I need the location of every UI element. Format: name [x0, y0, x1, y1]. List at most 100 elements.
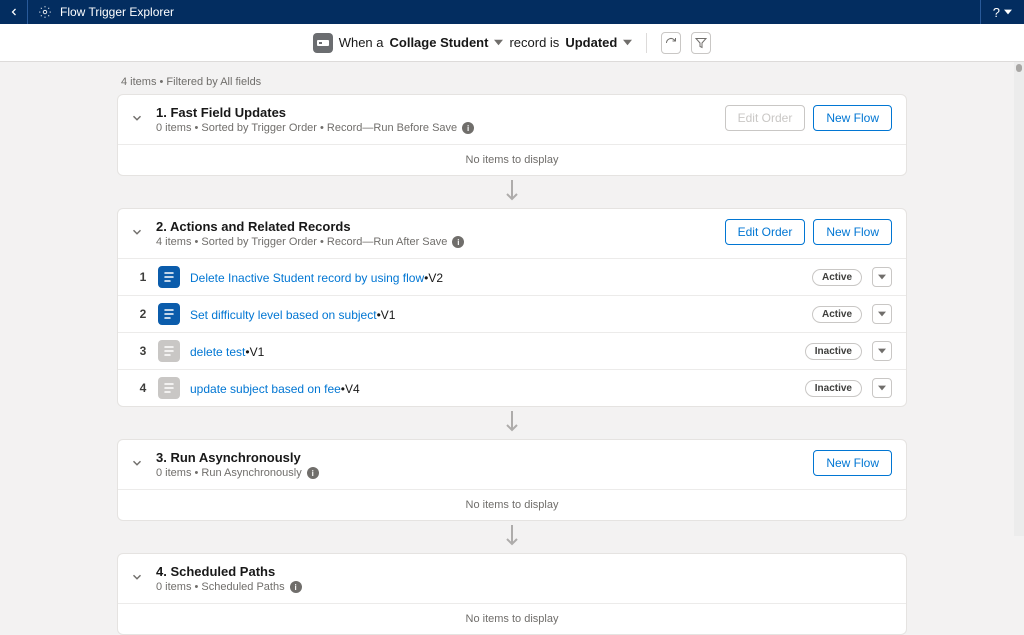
flow-icon: [158, 266, 180, 288]
section-header: 4. Scheduled Paths 0 items • Scheduled Pa…: [118, 554, 906, 603]
section-subtitle: 4 items • Sorted by Trigger Order • Reco…: [156, 236, 715, 248]
section-card: 4. Scheduled Paths 0 items • Scheduled Pa…: [117, 553, 907, 635]
flow-link[interactable]: update subject based on fee: [190, 382, 341, 396]
collapse-toggle[interactable]: [128, 225, 146, 239]
empty-message: No items to display: [118, 489, 906, 520]
object-dropdown[interactable]: [494, 35, 503, 50]
section-actions: Edit Order New Flow: [725, 219, 892, 245]
section-header: 1. Fast Field Updates 0 items • Sorted by…: [118, 95, 906, 144]
row-actions-menu[interactable]: [872, 304, 892, 324]
chevron-down-icon: [130, 570, 144, 584]
section-subtitle: 0 items • Scheduled Paths i: [156, 581, 882, 593]
info-icon[interactable]: i: [462, 122, 474, 134]
app-title: Flow Trigger Explorer: [60, 5, 174, 19]
row-actions-menu[interactable]: [872, 341, 892, 361]
flow-icon: [158, 377, 180, 399]
status-badge: Inactive: [805, 380, 862, 397]
context-object: Collage Student: [390, 35, 489, 50]
section-title: 3. Run Asynchronously: [156, 450, 803, 465]
filter-icon: [695, 37, 707, 49]
flow-version: •V2: [424, 271, 443, 285]
refresh-button[interactable]: [661, 32, 681, 54]
section-title: 2. Actions and Related Records: [156, 219, 715, 234]
flow-row: 3 delete test•V1 Inactive: [118, 332, 906, 369]
caret-down-icon: [878, 310, 886, 318]
flow-link[interactable]: Delete Inactive Student record by using …: [190, 271, 424, 285]
caret-down-icon: [1004, 8, 1012, 16]
back-button[interactable]: [0, 0, 28, 24]
scroll-thumb[interactable]: [1016, 64, 1022, 72]
new-flow-button[interactable]: New Flow: [813, 105, 892, 131]
flow-row: 4update subject based on fee•V4Inactive: [118, 369, 906, 406]
context-middle: record is: [509, 35, 559, 50]
new-flow-button[interactable]: New Flow: [813, 219, 892, 245]
flow-row: 2 Set difficulty level based on subject•V…: [118, 295, 906, 332]
chevron-down-icon: [130, 456, 144, 470]
status-badge: Inactive: [805, 343, 862, 360]
section-subtitle: 0 items • Run Asynchronously i: [156, 467, 803, 479]
app-icon: [38, 5, 52, 19]
action-dropdown[interactable]: [623, 35, 632, 50]
object-icon: [313, 33, 333, 53]
info-icon[interactable]: i: [290, 581, 302, 593]
section-title: 4. Scheduled Paths: [156, 564, 882, 579]
divider: [646, 33, 647, 53]
flow-arrow: [117, 176, 907, 208]
caret-down-icon: [878, 347, 886, 355]
app-title-area: Flow Trigger Explorer: [28, 5, 184, 19]
empty-message: No items to display: [118, 603, 906, 634]
section-title: 1. Fast Field Updates: [156, 105, 715, 120]
help-menu[interactable]: ?: [980, 0, 1024, 24]
caret-down-icon: [494, 38, 503, 47]
flow-arrow: [117, 407, 907, 439]
caret-down-icon: [878, 273, 886, 281]
list-meta: 4 items • Filtered by All fields: [117, 76, 907, 88]
collapse-toggle[interactable]: [128, 111, 146, 125]
page-content: 4 items • Filtered by All fields 1. Fast…: [117, 62, 907, 635]
flow-icon: [158, 303, 180, 325]
context-prefix: When a: [339, 35, 384, 50]
arrow-down-icon: [505, 180, 519, 202]
row-number: 2: [138, 307, 148, 321]
chevron-down-icon: [130, 111, 144, 125]
section-card: 1. Fast Field Updates 0 items • Sorted by…: [117, 94, 907, 176]
flow-link[interactable]: Set difficulty level based on subject: [190, 308, 377, 322]
arrow-down-icon: [505, 525, 519, 547]
row-actions-menu[interactable]: [872, 378, 892, 398]
empty-message: No items to display: [118, 144, 906, 175]
top-bar: Flow Trigger Explorer ?: [0, 0, 1024, 24]
flow-row: 1 Delete Inactive Student record by using…: [118, 258, 906, 295]
flow-arrow: [117, 521, 907, 553]
edit-order-button: Edit Order: [725, 105, 806, 131]
chevron-down-icon: [130, 225, 144, 239]
caret-down-icon: [878, 384, 886, 392]
info-icon[interactable]: i: [452, 236, 464, 248]
flow-version: •V1: [245, 345, 264, 359]
arrow-down-icon: [505, 411, 519, 433]
filter-button[interactable]: [691, 32, 711, 54]
context-action: Updated: [565, 35, 617, 50]
caret-down-icon: [623, 38, 632, 47]
help-label: ?: [993, 5, 1000, 20]
section-card: 3. Run Asynchronously 0 items • Run Async…: [117, 439, 907, 521]
refresh-icon: [665, 37, 677, 49]
collapse-toggle[interactable]: [128, 570, 146, 584]
section-subtitle: 0 items • Sorted by Trigger Order • Reco…: [156, 122, 715, 134]
edit-order-button[interactable]: Edit Order: [725, 219, 806, 245]
flow-link[interactable]: delete test: [190, 345, 245, 359]
row-number: 3: [138, 344, 148, 358]
section-header: 2. Actions and Related Records 4 items • …: [118, 209, 906, 258]
row-number: 1: [138, 270, 148, 284]
collapse-toggle[interactable]: [128, 456, 146, 470]
arrow-left-icon: [8, 6, 20, 18]
section-actions: Edit Order New Flow: [725, 105, 892, 131]
trigger-context: When a Collage Student record is Updated: [313, 33, 633, 53]
row-actions-menu[interactable]: [872, 267, 892, 287]
context-bar: When a Collage Student record is Updated: [0, 24, 1024, 62]
new-flow-button[interactable]: New Flow: [813, 450, 892, 476]
flow-version: •V1: [377, 308, 396, 322]
section-header: 3. Run Asynchronously 0 items • Run Async…: [118, 440, 906, 489]
status-badge: Active: [812, 306, 862, 323]
info-icon[interactable]: i: [307, 467, 319, 479]
scrollbar[interactable]: [1014, 62, 1024, 536]
